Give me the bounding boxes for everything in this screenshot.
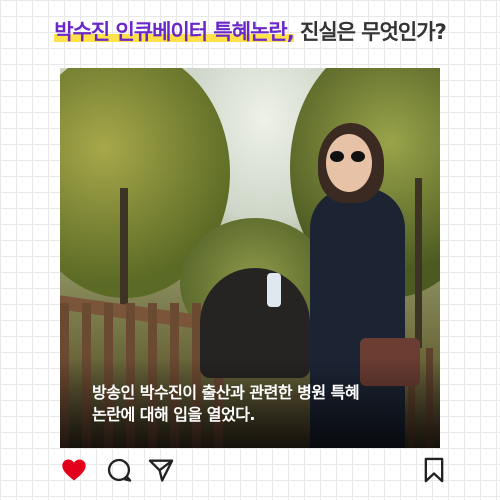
caption-line-2: 논란에 대해 입을 열었다. [92,405,256,424]
sunglasses [330,151,344,162]
headline-highlight: 박수진 인큐베이터 특혜논란, [54,20,295,44]
photo-trunk [415,178,422,348]
headline-rest: 진실은 무엇인가? [293,20,447,44]
sunglasses [351,151,365,162]
bookmark-icon [424,457,444,483]
share-button[interactable] [147,456,175,484]
comment-button[interactable] [105,456,133,484]
like-button[interactable] [60,456,88,484]
person-face [326,134,372,192]
post-photo[interactable]: 방송인 박수진이 출산과 관련한 병원 특혜 논란에 대해 입을 열었다. [60,68,440,448]
save-button[interactable] [420,456,448,484]
heart-icon [62,459,86,481]
photo-trunk [120,188,128,318]
post-caption: 방송인 박수진이 출산과 관련한 병원 특혜 논란에 대해 입을 열었다. [92,382,422,426]
page-title: 박수진 인큐베이터 특혜논란, 진실은 무엇인가? [0,16,500,46]
comment-icon [107,458,132,482]
send-icon [148,459,174,482]
caption-line-1: 방송인 박수진이 출산과 관련한 병원 특혜 [92,383,360,402]
water-bottle [267,273,281,307]
